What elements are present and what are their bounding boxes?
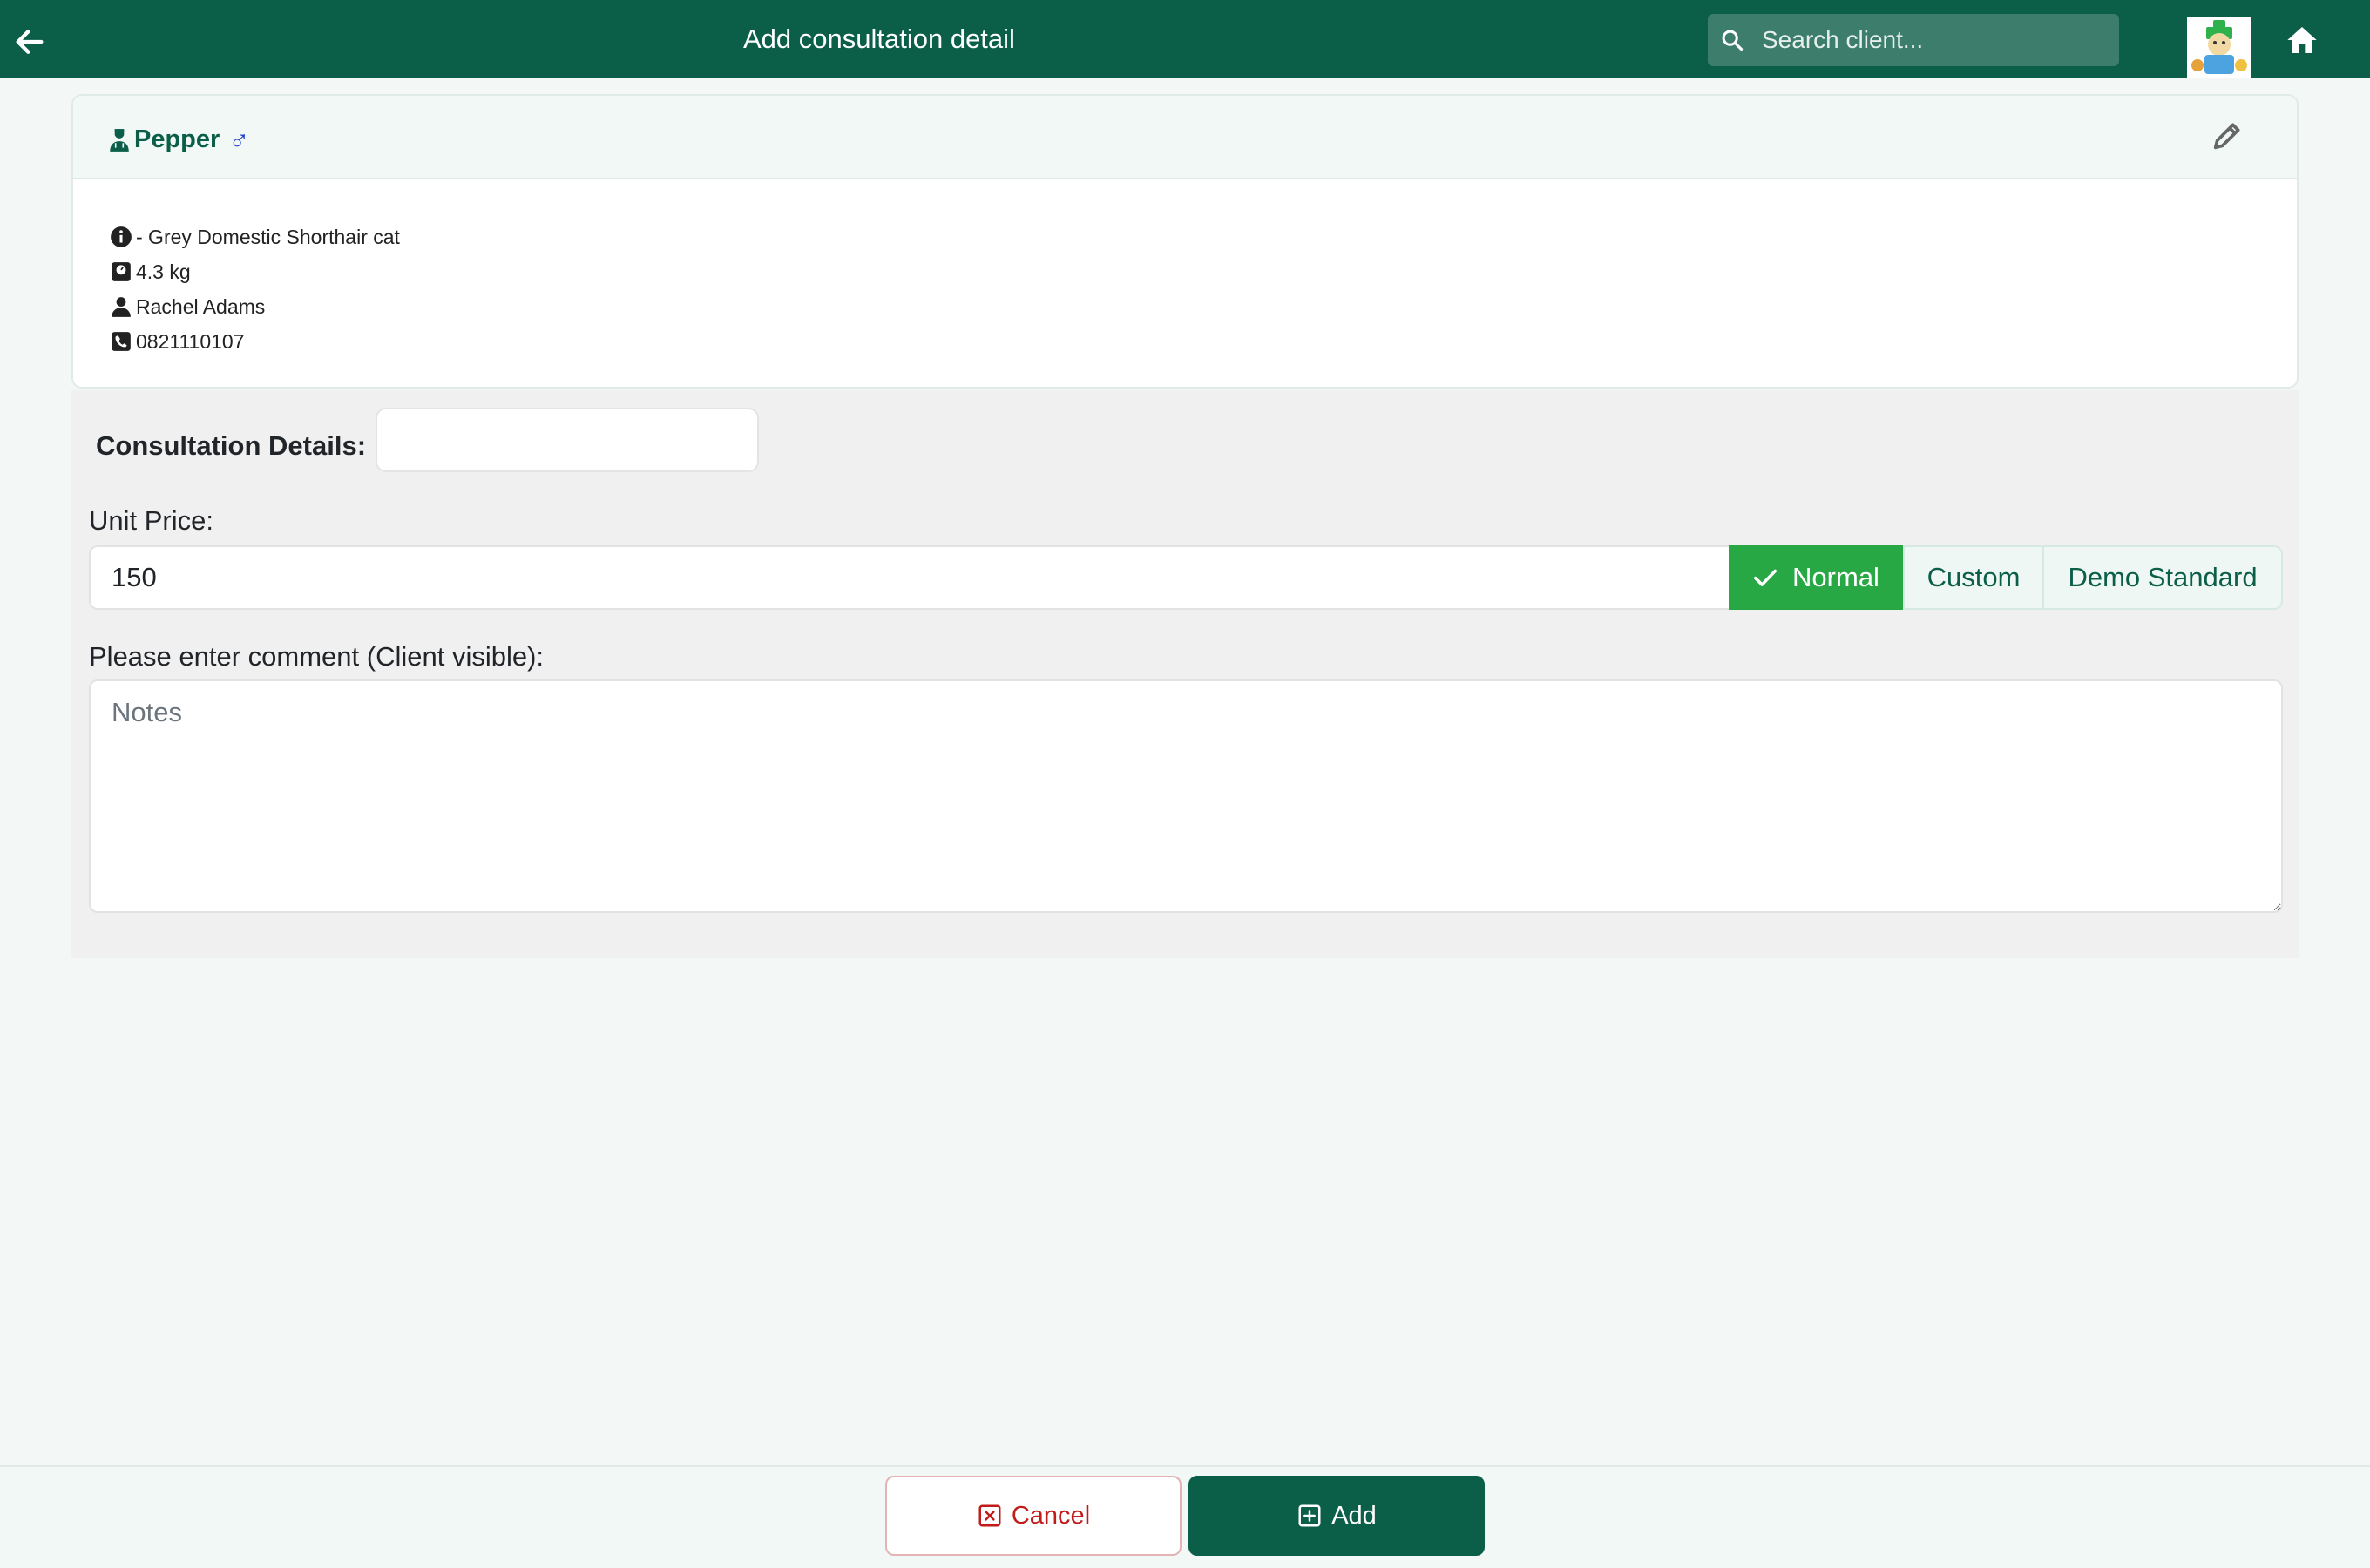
info-icon: [111, 226, 132, 247]
patient-card-header: Pepper ♂: [73, 96, 2297, 179]
plus-square-icon: [1298, 1504, 1321, 1527]
cancel-label: Cancel: [1011, 1501, 1091, 1530]
footer-bar: Cancel Add: [0, 1465, 2370, 1568]
add-button[interactable]: Add: [1188, 1476, 1485, 1556]
price-option-custom[interactable]: Custom: [1903, 545, 2044, 610]
unit-price-label: Unit Price:: [89, 505, 213, 536]
price-option-demo-standard[interactable]: Demo Standard: [2042, 545, 2283, 610]
consultation-details-label: Consultation Details:: [96, 430, 367, 461]
price-option-demo-label: Demo Standard: [2068, 562, 2258, 592]
x-square-icon: [978, 1504, 1001, 1527]
info-row-owner: Rachel Adams: [110, 289, 400, 324]
pencil-icon[interactable]: [2210, 118, 2245, 153]
notes-textarea[interactable]: [89, 679, 2283, 913]
patient-card: Pepper ♂ - Grey Domestic Shorthair cat 4…: [71, 94, 2299, 389]
owner-name: Rachel Adams: [136, 294, 266, 318]
comment-label: Please enter comment (Client visible):: [89, 641, 545, 672]
patient-description: - Grey Domestic Shorthair cat: [136, 225, 400, 248]
patient-info-list: - Grey Domestic Shorthair cat 4.3 kg Rac…: [110, 220, 400, 359]
top-bar: Add consultation detail: [0, 0, 2370, 78]
owner-phone: 0821110107: [136, 329, 245, 353]
search-input[interactable]: [1762, 21, 2110, 59]
app-logo: [2187, 17, 2252, 78]
info-row-phone: 0821110107: [110, 324, 400, 359]
back-arrow-icon[interactable]: [12, 24, 47, 59]
home-icon[interactable]: [2285, 23, 2319, 57]
page-title: Add consultation detail: [743, 24, 1015, 54]
search-box[interactable]: [1708, 14, 2119, 66]
phone-icon: [112, 332, 131, 351]
info-row-weight: 4.3 kg: [110, 254, 400, 289]
consultation-details-field[interactable]: [376, 408, 759, 472]
price-option-normal-label: Normal: [1792, 562, 1879, 592]
patient-name-row: Pepper ♂: [108, 124, 249, 156]
patient-weight: 4.3 kg: [136, 260, 191, 283]
check-icon: [1754, 569, 1778, 586]
add-label: Add: [1331, 1501, 1377, 1530]
unit-price-input[interactable]: [89, 545, 1734, 610]
patient-name: Pepper: [134, 125, 220, 153]
male-icon: ♂: [228, 124, 250, 155]
consultation-form: Consultation Details: Unit Price: Normal…: [71, 390, 2299, 958]
weight-icon: [112, 262, 131, 281]
price-option-custom-label: Custom: [1926, 562, 2021, 592]
info-row-description: - Grey Domestic Shorthair cat: [110, 220, 400, 254]
search-icon: [1722, 30, 1744, 51]
vet-icon: [110, 128, 129, 152]
cancel-button[interactable]: Cancel: [885, 1476, 1182, 1556]
price-option-normal[interactable]: Normal: [1729, 545, 1903, 610]
person-icon: [112, 297, 131, 317]
